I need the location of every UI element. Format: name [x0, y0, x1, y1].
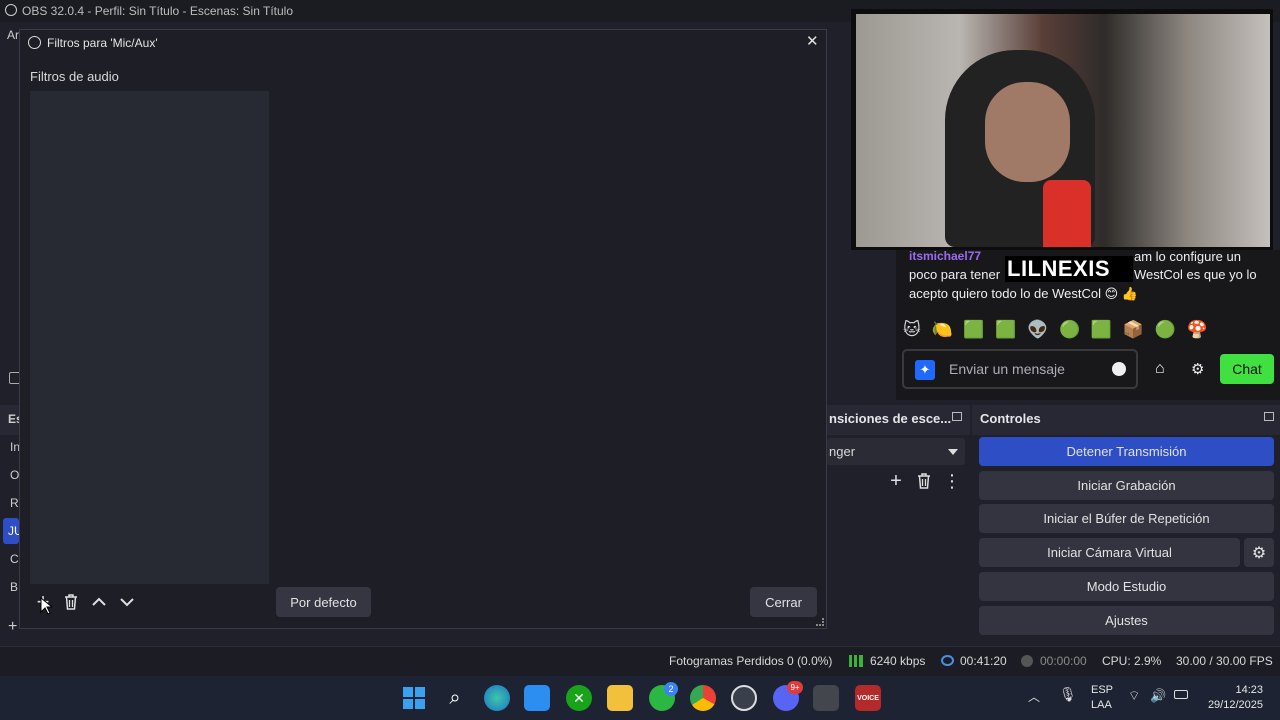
more-options-icon[interactable]: ⋮: [940, 469, 964, 493]
record-time: 00:00:00: [1040, 654, 1087, 668]
language-indicator[interactable]: ESP: [1091, 684, 1113, 696]
dialog-close-icon[interactable]: ✕: [806, 34, 822, 50]
chat-message-line: acepto quiero todo lo de WestCol 😊 👍: [909, 286, 1138, 301]
fps-readout: 30.00 / 30.00 FPS: [1176, 654, 1273, 668]
clock-date[interactable]: 29/12/2025: [1200, 699, 1263, 711]
start-recording-button[interactable]: Iniciar Grabación: [979, 471, 1274, 500]
obs-logo-icon: [5, 4, 17, 16]
scene-item[interactable]: B: [10, 580, 18, 594]
obs-window-title: OBS 32.0.4 - Perfil: Sin Título - Escena…: [22, 4, 294, 18]
stop-stream-button[interactable]: Detener Transmisión: [979, 437, 1274, 466]
file-explorer-icon[interactable]: [607, 685, 633, 711]
edge-browser-icon[interactable]: [484, 685, 510, 711]
chrome-icon[interactable]: [690, 685, 716, 711]
scene-item[interactable]: C: [10, 552, 19, 566]
chevron-down-icon: [948, 449, 958, 455]
keyboard-layout-indicator[interactable]: LAA: [1091, 699, 1112, 711]
chevron-up-icon[interactable]: ︿: [1028, 688, 1040, 705]
xbox-icon[interactable]: ✕: [566, 685, 592, 711]
person-face: [985, 82, 1070, 182]
emote-row[interactable]: 🐱 🍋 🟩 🟩 👽 🟢 🟩 📦 🟢 🍄: [903, 320, 1211, 340]
close-button[interactable]: Cerrar: [750, 587, 817, 617]
bitrate: 6240 kbps: [870, 654, 926, 668]
signal-bars-icon: [849, 655, 863, 667]
scene-item[interactable]: R: [10, 496, 19, 510]
dialog-title: Filtros para 'Mic/Aux': [47, 36, 158, 50]
chat-message-part: am lo configure un: [1134, 249, 1241, 264]
microphone-tray-icon[interactable]: 🎙: [1059, 686, 1077, 703]
mouse-cursor-icon: [40, 596, 54, 618]
chat-settings-gear-icon[interactable]: ⚙: [1191, 360, 1204, 378]
cpu-usage: CPU: 2.9%: [1102, 654, 1162, 668]
add-transition-icon[interactable]: +: [884, 469, 908, 493]
status-bar: [0, 646, 1280, 676]
search-icon[interactable]: ⌕: [442, 685, 468, 711]
stream-time: 00:41:20: [960, 654, 1007, 668]
battery-icon[interactable]: [1174, 690, 1188, 699]
chat-username[interactable]: itsmichael77: [909, 249, 981, 263]
remove-filter-trash-icon[interactable]: [59, 590, 83, 614]
dock-float-icon[interactable]: [952, 412, 962, 421]
windows-start-icon[interactable]: [401, 685, 427, 711]
wifi-icon[interactable]: ⌔: [1128, 688, 1140, 704]
message-input-placeholder: Enviar un mensaje: [949, 361, 1065, 377]
default-button[interactable]: Por defecto: [276, 587, 371, 617]
record-status-icon: [1021, 655, 1033, 667]
gear-icon: ⚙: [1251, 544, 1267, 562]
discord-badge: 9+: [787, 681, 803, 694]
stream-status-icon: [941, 655, 954, 666]
menu-item-partial[interactable]: Ar: [7, 28, 19, 42]
audio-filters-label: Filtros de audio: [30, 69, 119, 84]
resize-grip-icon[interactable]: [816, 618, 824, 626]
bits-icon[interactable]: ✦: [915, 360, 935, 380]
emote-picker-icon[interactable]: [1112, 362, 1126, 376]
replay-buffer-button[interactable]: Iniciar el Búfer de Repetición: [979, 504, 1274, 533]
move-down-chevron-icon[interactable]: [115, 590, 139, 614]
audio-filters-list[interactable]: [30, 91, 269, 584]
windows-taskbar: [0, 676, 1280, 720]
obs-logo-icon: [28, 36, 41, 49]
whatsapp-badge: 2: [664, 682, 678, 696]
trash-icon[interactable]: [912, 469, 936, 493]
volume-icon[interactable]: 🔊: [1150, 688, 1166, 704]
clock-time[interactable]: 14:23: [1200, 684, 1263, 696]
dropped-frames: Fotogramas Perdidos 0 (0.0%): [669, 654, 833, 668]
obs-taskbar-icon[interactable]: [731, 685, 757, 711]
microphone: [1043, 180, 1091, 247]
store-icon[interactable]: ⌂: [1155, 360, 1165, 378]
chat-message-part: poco para tener: [909, 267, 1001, 282]
virtual-camera-settings-button[interactable]: ⚙: [1244, 538, 1274, 567]
transitions-dock-title: nsiciones de esce...: [829, 411, 952, 426]
studio-mode-button[interactable]: Modo Estudio: [979, 572, 1274, 601]
move-up-chevron-icon[interactable]: [87, 590, 111, 614]
settings-button[interactable]: Ajustes: [979, 606, 1274, 635]
transition-select-value: nger: [829, 444, 856, 459]
controls-dock-title: Controles: [980, 411, 1041, 426]
voicemeeter-icon[interactable]: VOICE: [855, 685, 881, 711]
scene-item[interactable]: O: [10, 468, 19, 482]
chat-message-part: WestCol es que yo lo: [1134, 267, 1257, 282]
filters-dialog: Filtros para 'Mic/Aux' ✕ Filtros de audi…: [19, 29, 827, 629]
store-app-icon[interactable]: [524, 685, 550, 711]
streamer-name: LILNEXIS: [1007, 256, 1111, 281]
app-icon[interactable]: [813, 685, 839, 711]
dock-float-icon[interactable]: [1264, 412, 1274, 421]
chat-send-button[interactable]: Chat: [1220, 354, 1274, 384]
virtual-camera-button[interactable]: Iniciar Cámara Virtual: [979, 538, 1240, 567]
